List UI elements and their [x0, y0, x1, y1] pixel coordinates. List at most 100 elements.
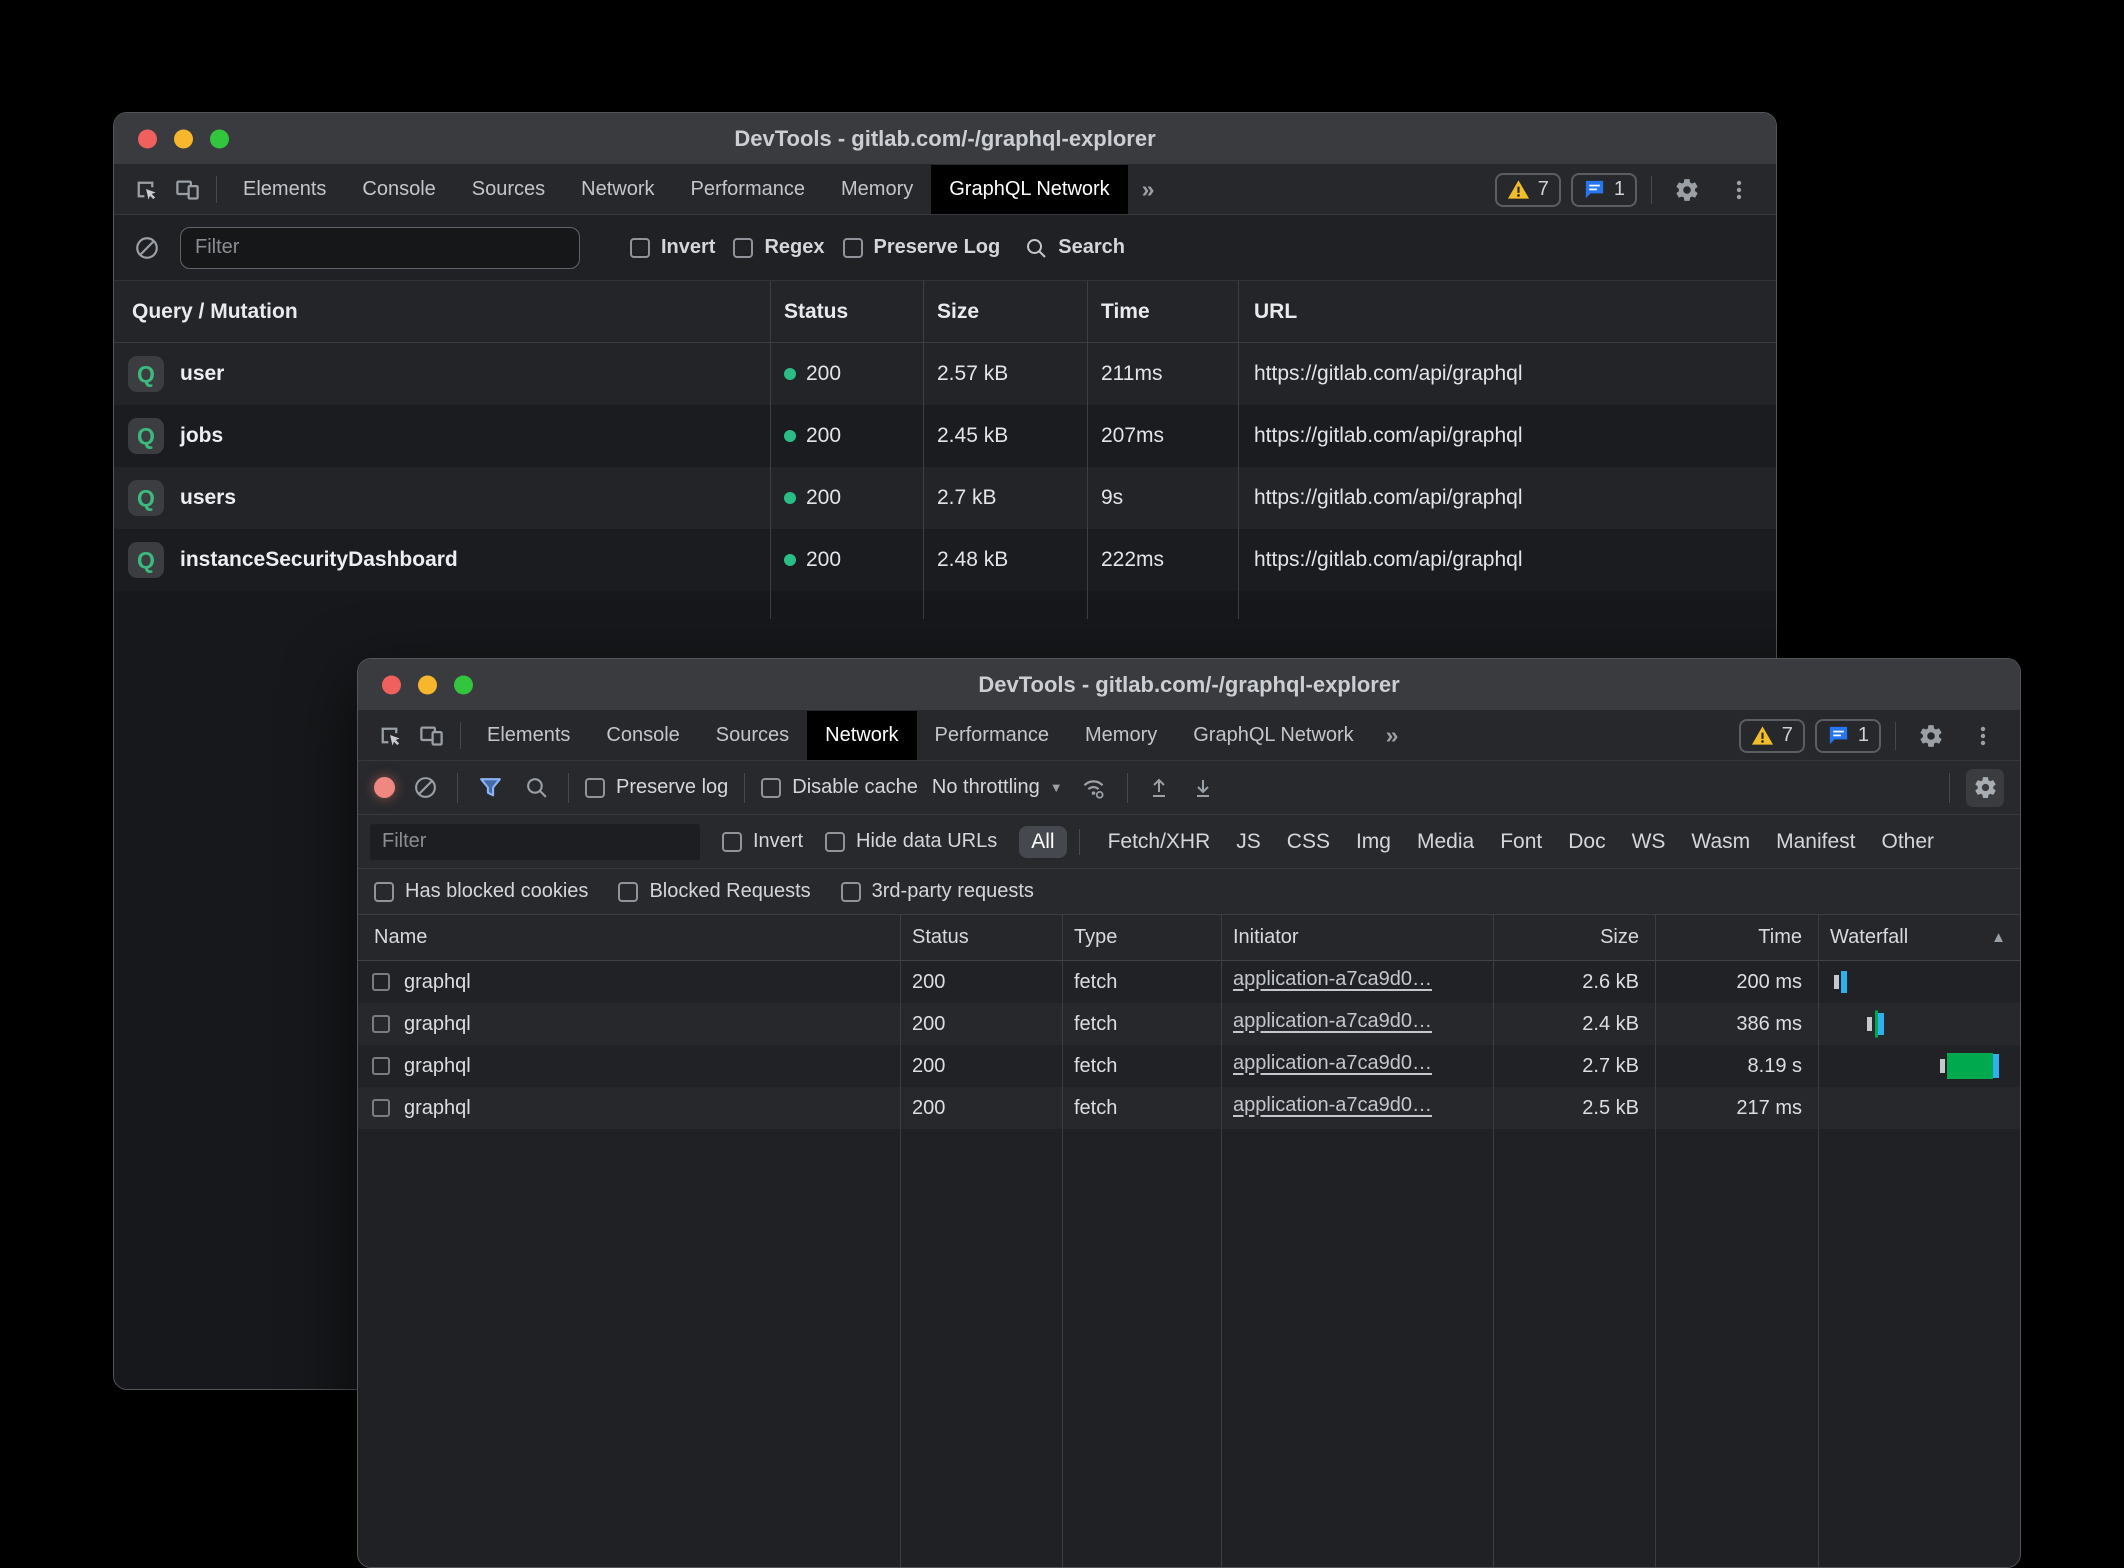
initiator-link[interactable]: application-a7ca9d0…	[1233, 1094, 1432, 1117]
warnings-badge[interactable]: 7	[1739, 719, 1805, 753]
filter-chip-font[interactable]: Font	[1500, 830, 1542, 854]
preserve-log-checkbox[interactable]	[843, 238, 863, 258]
network-filter-input[interactable]	[370, 824, 700, 860]
filter-chip-css[interactable]: CSS	[1287, 830, 1330, 854]
zoom-window-button[interactable]	[210, 129, 229, 148]
table-row[interactable]: graphql 200 fetch application-a7ca9d0… 2…	[358, 1087, 2020, 1129]
filter-chip-other[interactable]: Other	[1882, 830, 1935, 854]
tab-performance[interactable]: Performance	[673, 165, 824, 214]
filter-chip-img[interactable]: Img	[1356, 830, 1391, 854]
initiator-link[interactable]: application-a7ca9d0…	[1233, 1052, 1432, 1075]
disable-cache-checkbox[interactable]	[761, 778, 781, 798]
tab-graphql-network[interactable]: GraphQL Network	[1175, 711, 1371, 760]
initiator-link[interactable]: application-a7ca9d0…	[1233, 1010, 1432, 1033]
tab-elements[interactable]: Elements	[469, 711, 588, 760]
record-network-log-button[interactable]	[374, 777, 395, 798]
hide-data-urls-checkbox-group[interactable]: Hide data URLs	[825, 830, 997, 853]
clear-network-log-icon[interactable]	[409, 775, 441, 800]
device-toolbar-icon[interactable]	[410, 711, 452, 760]
column-header-time[interactable]: Time	[1087, 300, 1238, 324]
row-checkbox[interactable]	[372, 1099, 390, 1117]
third-party-requests-checkbox-group[interactable]: 3rd-party requests	[841, 880, 1034, 903]
invert-checkbox-group[interactable]: Invert	[630, 236, 715, 259]
issues-badge[interactable]: 1	[1815, 719, 1881, 753]
row-checkbox[interactable]	[372, 973, 390, 991]
has-blocked-cookies-checkbox-group[interactable]: Has blocked cookies	[374, 880, 588, 903]
more-tabs-icon[interactable]: »	[1128, 165, 1169, 214]
tab-network[interactable]: Network	[807, 711, 916, 760]
filter-chip-fetch-xhr[interactable]: Fetch/XHR	[1108, 830, 1211, 854]
column-header-waterfall[interactable]: Waterfall ▲	[1818, 926, 2020, 949]
network-conditions-icon[interactable]	[1077, 774, 1111, 801]
titlebar[interactable]: DevTools - gitlab.com/-/graphql-explorer	[114, 113, 1776, 165]
close-window-button[interactable]	[138, 129, 157, 148]
disable-cache-checkbox-group[interactable]: Disable cache	[761, 776, 918, 799]
filter-chip-wasm[interactable]: Wasm	[1691, 830, 1750, 854]
table-row[interactable]: QinstanceSecurityDashboard 200 2.48 kB 2…	[114, 529, 1776, 591]
inspect-element-icon[interactable]	[368, 711, 410, 760]
device-toolbar-icon[interactable]	[166, 165, 208, 214]
tab-memory[interactable]: Memory	[1067, 711, 1175, 760]
warnings-badge[interactable]: 7	[1495, 173, 1561, 207]
hide-data-urls-checkbox[interactable]	[825, 832, 845, 852]
settings-gear-icon[interactable]	[1910, 723, 1952, 749]
filter-chip-doc[interactable]: Doc	[1568, 830, 1605, 854]
column-header-size[interactable]: Size	[1493, 926, 1655, 949]
import-har-icon[interactable]	[1144, 776, 1174, 800]
filter-chip-manifest[interactable]: Manifest	[1776, 830, 1855, 854]
tab-performance[interactable]: Performance	[917, 711, 1068, 760]
column-header-initiator[interactable]: Initiator	[1221, 926, 1493, 949]
table-row[interactable]: Quser 200 2.57 kB 211ms https://gitlab.c…	[114, 343, 1776, 405]
blocked-requests-checkbox-group[interactable]: Blocked Requests	[618, 880, 810, 903]
filter-chip-js[interactable]: JS	[1236, 830, 1261, 854]
invert-checkbox-group[interactable]: Invert	[722, 830, 803, 853]
settings-gear-icon[interactable]	[1666, 177, 1708, 203]
graphql-filter-input[interactable]	[180, 227, 580, 269]
tab-sources[interactable]: Sources	[454, 165, 563, 214]
initiator-link[interactable]: application-a7ca9d0…	[1233, 968, 1432, 991]
column-header-query-mutation[interactable]: Query / Mutation	[114, 300, 770, 324]
zoom-window-button[interactable]	[454, 675, 473, 694]
close-window-button[interactable]	[382, 675, 401, 694]
minimize-window-button[interactable]	[418, 675, 437, 694]
table-row[interactable]: Qusers 200 2.7 kB 9s https://gitlab.com/…	[114, 467, 1776, 529]
table-row[interactable]: graphql 200 fetch application-a7ca9d0… 2…	[358, 961, 2020, 1003]
tab-sources[interactable]: Sources	[698, 711, 807, 760]
titlebar[interactable]: DevTools - gitlab.com/-/graphql-explorer	[358, 659, 2020, 711]
minimize-window-button[interactable]	[174, 129, 193, 148]
search-group[interactable]: Search	[1024, 236, 1125, 260]
filter-funnel-icon[interactable]	[474, 775, 506, 800]
regex-checkbox[interactable]	[733, 238, 753, 258]
preserve-log-checkbox-group[interactable]: Preserve log	[585, 776, 728, 799]
column-header-time[interactable]: Time	[1655, 926, 1818, 949]
row-checkbox[interactable]	[372, 1057, 390, 1075]
tab-graphql-network[interactable]: GraphQL Network	[931, 165, 1127, 214]
tab-console[interactable]: Console	[588, 711, 697, 760]
column-header-url[interactable]: URL	[1238, 300, 1776, 324]
throttling-dropdown[interactable]: No throttling ▼	[932, 776, 1063, 799]
invert-checkbox[interactable]	[722, 832, 742, 852]
table-row[interactable]: graphql 200 fetch application-a7ca9d0… 2…	[358, 1003, 2020, 1045]
network-settings-button[interactable]	[1966, 769, 2004, 807]
more-tabs-icon[interactable]: »	[1372, 711, 1413, 760]
filter-chip-ws[interactable]: WS	[1632, 830, 1666, 854]
search-icon[interactable]	[520, 775, 552, 800]
column-header-status[interactable]: Status	[900, 926, 1062, 949]
third-party-requests-checkbox[interactable]	[841, 882, 861, 902]
table-row[interactable]: Qjobs 200 2.45 kB 207ms https://gitlab.c…	[114, 405, 1776, 467]
column-header-name[interactable]: Name	[358, 926, 900, 949]
tab-network[interactable]: Network	[563, 165, 672, 214]
filter-chip-all[interactable]: All	[1019, 826, 1066, 858]
kebab-menu-icon[interactable]	[1718, 178, 1760, 202]
invert-checkbox[interactable]	[630, 238, 650, 258]
column-header-size[interactable]: Size	[923, 300, 1087, 324]
column-header-status[interactable]: Status	[770, 300, 923, 324]
inspect-element-icon[interactable]	[124, 165, 166, 214]
column-header-type[interactable]: Type	[1062, 926, 1221, 949]
export-har-icon[interactable]	[1188, 776, 1218, 800]
issues-badge[interactable]: 1	[1571, 173, 1637, 207]
filter-chip-media[interactable]: Media	[1417, 830, 1474, 854]
tab-memory[interactable]: Memory	[823, 165, 931, 214]
tab-elements[interactable]: Elements	[225, 165, 344, 214]
has-blocked-cookies-checkbox[interactable]	[374, 882, 394, 902]
